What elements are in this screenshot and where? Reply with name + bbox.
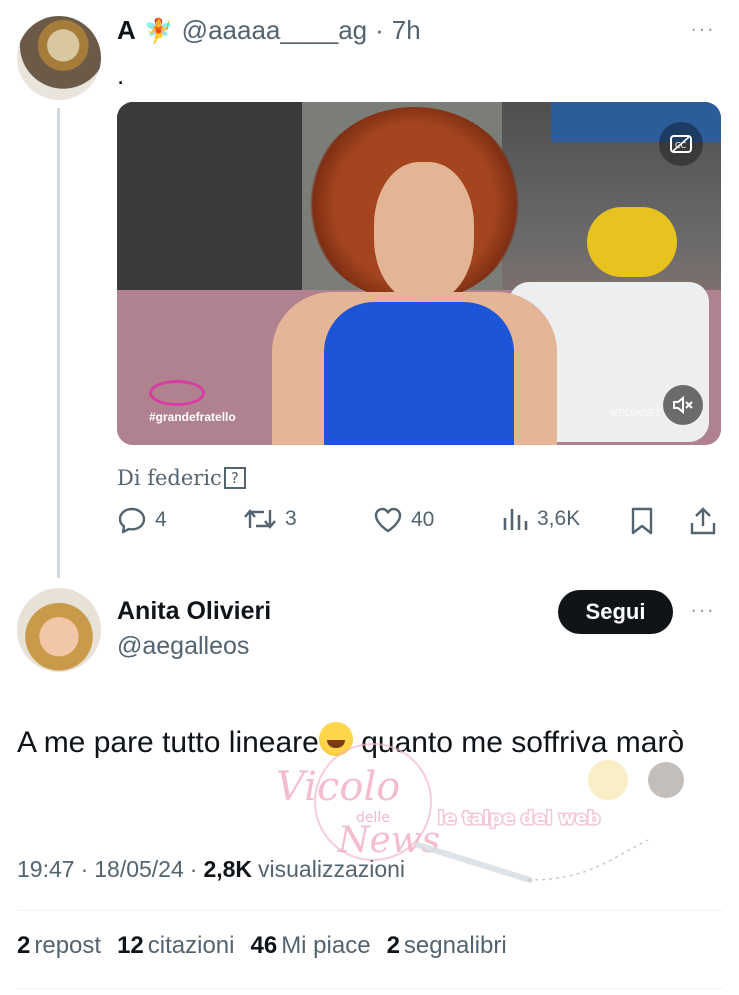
tweet-text-part2: quanto me soffriva marò	[352, 726, 685, 759]
laughing-emoji-icon	[318, 722, 353, 756]
more-options-icon[interactable]: ···	[690, 16, 715, 42]
credit-text: Di federic	[117, 466, 222, 490]
bookmarks-label: segnalibri	[403, 932, 507, 959]
broadcast-logo: #grandefratello	[149, 380, 236, 424]
reply-count: 4	[155, 508, 167, 531]
scene-wall	[117, 102, 302, 302]
watermark-banner: le talpe del web	[438, 808, 600, 829]
person-dress	[324, 302, 514, 445]
more-options-icon[interactable]: ···	[690, 597, 715, 623]
like-button[interactable]: 40	[373, 506, 434, 534]
watermark-line3: News	[337, 820, 440, 861]
captions-button[interactable]: CC	[659, 122, 703, 166]
bookmarks-count: 2	[386, 932, 400, 959]
tweet-time[interactable]: 19:47	[17, 856, 75, 883]
person-face	[374, 162, 474, 302]
watermark-wand	[415, 842, 533, 883]
eye-logo-icon	[149, 380, 205, 406]
views-count: 2,8K	[203, 856, 253, 882]
follow-button[interactable]: Segui	[558, 590, 673, 634]
separator: ·	[375, 15, 384, 45]
separator: ·	[189, 856, 198, 882]
like-count: 40	[411, 508, 435, 531]
share-icon	[690, 507, 716, 535]
tweet-text-part1: A me pare tutto lineare	[17, 726, 319, 759]
bookmark-icon	[631, 507, 653, 535]
divider	[17, 988, 723, 989]
likes-count: 46	[250, 932, 278, 959]
watermark-line1: Vicolo	[276, 764, 400, 810]
bookmark-button[interactable]	[630, 506, 654, 536]
watermark-line2: delle	[356, 810, 390, 826]
separator: ·	[80, 856, 89, 882]
reply-button[interactable]: 4	[117, 506, 167, 534]
unknown-glyph-box: ?	[223, 467, 246, 489]
engagement-stats: 2 repost 12 citazioni 46 Mi piace 2 segnalib…	[17, 932, 507, 960]
reposts-label: repost	[34, 932, 102, 959]
repost-button[interactable]: 3	[243, 506, 297, 532]
avatar[interactable]	[17, 588, 101, 672]
reply-icon	[118, 507, 146, 534]
views-label[interactable]: visualizzazioni	[258, 856, 405, 883]
likes-label: Mi piace	[281, 932, 371, 959]
quotes-label: citazioni	[147, 932, 235, 959]
tweet-header: A 🧚 @aaaaa____ag · 7h	[117, 15, 421, 46]
tweet-metadata: 19:47 · 18/05/24 · 2,8K visualizzazioni	[17, 856, 405, 883]
avatar[interactable]	[17, 16, 101, 100]
thread-connector-line	[57, 108, 60, 578]
heart-icon	[374, 507, 402, 533]
speaker-muted-icon	[673, 395, 693, 415]
scene-ball	[587, 207, 677, 277]
broadcaster-label: MEDIASET	[609, 408, 661, 419]
bookmarks-stat[interactable]: 2 segnalibri	[387, 932, 507, 960]
display-name[interactable]: A	[117, 15, 136, 46]
view-count: 3,6K	[537, 507, 581, 530]
quotes-count: 12	[117, 932, 144, 959]
likes-stat[interactable]: 46 Mi piace	[250, 932, 370, 960]
handle[interactable]: @aaaaa____ag	[182, 15, 367, 46]
tweet-text: A me pare tutto lineare quanto me soffri…	[17, 722, 707, 764]
share-button[interactable]	[689, 506, 717, 536]
reposts-count: 2	[17, 932, 31, 959]
quotes-stat[interactable]: 12 citazioni	[117, 932, 234, 960]
watermark-trail	[527, 839, 649, 881]
name-emoji: 🧚	[143, 18, 174, 45]
watermark-character-icon	[648, 762, 684, 798]
tweet-text: .	[117, 60, 125, 90]
repost-icon	[244, 509, 276, 529]
tweet-actions: 4 3 40 3,6K	[117, 506, 721, 542]
views-chart-icon	[503, 509, 528, 530]
repost-count: 3	[285, 507, 297, 530]
media-credit[interactable]: Di federic ?	[117, 466, 246, 490]
tweet-date[interactable]: 18/05/24	[94, 856, 184, 883]
mute-button[interactable]	[663, 385, 703, 425]
broadcast-tag: #grandefratello	[149, 410, 236, 424]
timestamp[interactable]: 7h	[392, 15, 421, 46]
views-button[interactable]: 3,6K	[501, 506, 580, 532]
video-player[interactable]: #grandefratello MEDIASET CC	[117, 102, 721, 445]
handle[interactable]: @aegalleos	[117, 632, 249, 661]
display-name[interactable]: Anita Olivieri	[117, 597, 271, 626]
reposts-stat[interactable]: 2 repost	[17, 932, 101, 960]
captions-icon: CC	[670, 135, 692, 153]
watermark-character-icon	[588, 760, 628, 800]
divider	[17, 910, 723, 911]
